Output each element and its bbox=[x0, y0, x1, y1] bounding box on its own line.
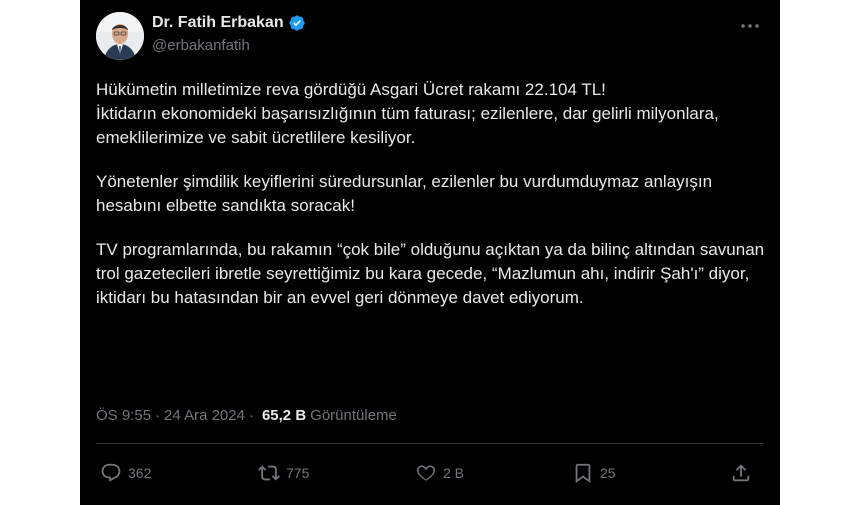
like-icon bbox=[416, 465, 436, 481]
author-handle[interactable]: @erbakanfatih bbox=[152, 37, 250, 54]
reply-count: 362 bbox=[128, 465, 152, 481]
reply-button[interactable]: 362 bbox=[100, 462, 151, 484]
tweet-paragraph: Yönetenler şimdilik keyiflerini süredurs… bbox=[96, 172, 713, 215]
avatar[interactable] bbox=[96, 12, 144, 60]
repost-button[interactable]: 775 bbox=[258, 462, 309, 484]
meta-separator: · bbox=[155, 407, 161, 424]
tweet-paragraph: TV programlarında, bu rakamın “çok bile”… bbox=[96, 240, 765, 307]
tweet-meta: ÖS 9:55 · 24 Ara 2024 · 65,2 B Görüntüle… bbox=[96, 407, 397, 424]
bookmark-count: 25 bbox=[600, 465, 616, 481]
view-count: 65,2 B bbox=[261, 407, 307, 424]
tweet-paragraph: Hükümetin milletimize reva gördüğü Asgar… bbox=[96, 80, 719, 147]
tweet-text: Hükümetin milletimize reva gördüğü Asgar… bbox=[96, 78, 768, 330]
bookmark-button[interactable]: 25 bbox=[572, 462, 616, 484]
tweet-time[interactable]: ÖS 9:55 bbox=[96, 407, 151, 424]
verified-badge-icon bbox=[288, 15, 305, 31]
share-icon bbox=[732, 464, 750, 482]
meta-separator: · bbox=[248, 407, 254, 424]
divider bbox=[96, 443, 764, 444]
bookmark-icon bbox=[575, 463, 591, 484]
reply-icon bbox=[101, 463, 121, 482]
repost-count: 775 bbox=[286, 465, 310, 481]
more-icon[interactable] bbox=[738, 14, 762, 38]
view-label: Görüntüleme bbox=[310, 407, 397, 424]
author-name[interactable]: Dr. Fatih Erbakan bbox=[152, 14, 284, 32]
repost-icon bbox=[258, 465, 280, 481]
like-count: 2 B bbox=[443, 465, 465, 481]
share-button[interactable] bbox=[730, 462, 752, 484]
action-bar: 362 775 2 B 25 bbox=[100, 462, 760, 490]
tweet-card: Dr. Fatih Erbakan @erbakanfatih Hükümeti… bbox=[80, 0, 780, 505]
tweet-date[interactable]: 24 Ara 2024 bbox=[164, 407, 245, 424]
like-button[interactable]: 2 B bbox=[415, 462, 464, 484]
